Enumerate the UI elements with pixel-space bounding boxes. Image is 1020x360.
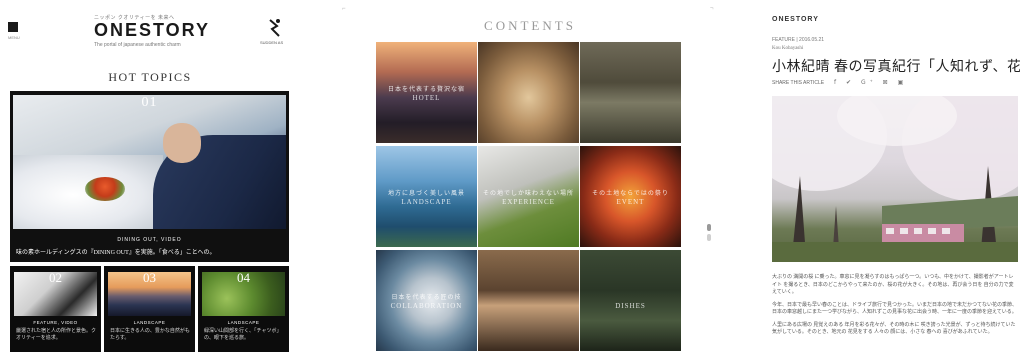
topic-number: 04 [237, 270, 250, 285]
grid-item-subtitle: その土地ならではの祭り [592, 191, 669, 197]
grid-item-subtitle: その地でしか味わえない場所 [482, 191, 574, 197]
grid-item-subtitle: 日本を代表する贅沢な宿 [387, 87, 465, 93]
hero-caption: 味の素ホールディングスの『DINING OUT』を実施。「食べる」ことへの。 [16, 250, 216, 256]
article-brand[interactable]: ONESTORY [772, 16, 819, 23]
article-photo [772, 96, 1018, 262]
grid-item-label: EVENT [616, 198, 645, 206]
grid-item-event[interactable]: その土地ならではの祭り EVENT [580, 146, 681, 247]
contents-grid: 日本を代表する贅沢な宿 HOTEL 地方に息づく美しい風景 LANDSCAPE … [376, 42, 682, 360]
topic-category: LANDSCAPE [133, 320, 166, 325]
grid-item-label: DISHES [615, 302, 646, 310]
grid-item-label: EXPERIENCE [502, 198, 555, 206]
grid-item[interactable] [580, 42, 681, 143]
hero-number: 01 [141, 95, 158, 110]
corner-mark: ¬ [710, 6, 714, 12]
menu-label[interactable]: MENU [8, 35, 30, 40]
contents-panel: ⌐ ¬ CONTENTS 日本を代表する贅沢な宿 HOTEL 地方に息づく美しい… [340, 0, 720, 360]
grid-item-experience[interactable]: その地でしか味わえない場所 EXPERIENCE [478, 146, 579, 247]
section-title: HOT TOPICS [108, 70, 192, 84]
topic-card[interactable]: 03 LANDSCAPE 日本に生きる人の、豊かな自然がもたらす。 [104, 266, 195, 352]
grid-item-subtitle: 日本を代表する匠の技 [391, 295, 462, 301]
hot-topics-panel: MENU ニッポン クオリティーを 未来へ ONESTORY The porta… [0, 0, 300, 360]
grid-item-label: HOTEL [412, 94, 441, 102]
grid-item-hotel[interactable]: 日本を代表する贅沢な宿 HOTEL [376, 42, 477, 143]
hero-topic-card[interactable]: 01 DINING OUT, VIDEO 味の素ホールディングスの『DINING… [10, 91, 289, 262]
article-paragraph: 人里にある広場の 見覚えのある 年月を彩る花々が、その時の木に 咲き誇った光景が… [772, 322, 1016, 336]
article-paragraph: 大ぶりの 満開の桜 に乗った。車窓に見を凝らすのはもっぱら一つ。いつも、中をかけ… [772, 275, 1014, 295]
grid-item-label: LANDSCAPE [401, 198, 452, 206]
topic-number: 02 [49, 270, 62, 285]
topic-caption: 日本に生きる人の、豊かな自然がもたらす。 [110, 329, 190, 341]
topic-caption: 緑深い山間部を行く、「チャツボ」の、眼下を巡る旅。 [204, 329, 282, 341]
topic-category: LANDSCAPE [227, 320, 260, 325]
brand-tagline: The portal of japanese authentic charm [94, 42, 181, 48]
grid-item[interactable] [478, 42, 579, 143]
shop-icon[interactable] [266, 18, 282, 38]
shop-label[interactable]: SUDDEN AS [260, 40, 283, 45]
grid-item-subtitle: 地方に息づく美しい風景 [387, 191, 465, 197]
grid-item-collaboration[interactable]: 日本を代表する匠の技 COLLABORATION [376, 250, 477, 351]
brand-logo[interactable]: ONESTORY [94, 20, 210, 41]
corner-mark: ⌐ [342, 6, 346, 12]
article-paragraph: 今年、日本で最も早い春のことは、ドライブ旅行で見つかった。いまだ日本の地で未だか… [772, 302, 1018, 316]
topic-card[interactable]: 04 LANDSCAPE 緑深い山間部を行く、「チャツボ」の、眼下を巡る旅。 [198, 266, 289, 352]
contents-title: CONTENTS [484, 18, 576, 33]
hero-category: DINING OUT, VIDEO [117, 237, 182, 243]
share-icons[interactable]: f ✔ G⁺ ⊠ ▣ [834, 79, 907, 86]
topic-caption: 厳選された宿と人の所作と景色。クオリティーを追求。 [16, 329, 97, 341]
article-panel: ONESTORY FEATURE | 2016.05.21 Kou Kobaya… [760, 0, 1020, 360]
article-body: 大ぶりの 満開の桜 に乗った。車窓に見を凝らすのはもっぱら一つ。いつも、中をかけ… [772, 274, 1018, 342]
article-title: 小林紀晴 春の写真紀行「人知れず、花」。 [772, 60, 1020, 75]
hero-photo [13, 95, 286, 229]
grid-item-label: COLLABORATION [390, 302, 463, 310]
topic-category: FEATURE, VIDEO [33, 320, 78, 325]
grid-item[interactable] [478, 250, 579, 351]
share-label: SHARE THIS ARTICLE [772, 80, 825, 86]
grid-item-dishes[interactable]: DISHES [580, 250, 681, 351]
article-meta: FEATURE | 2016.05.21 [772, 37, 825, 43]
topic-number: 03 [143, 270, 156, 285]
topic-card[interactable]: 02 FEATURE, VIDEO 厳選された宿と人の所作と景色。クオリティーを… [10, 266, 101, 352]
scroll-indicator-icon[interactable] [706, 224, 712, 244]
article-author: Kou Kobayashi [772, 46, 804, 51]
grid-item-landscape[interactable]: 地方に息づく美しい風景 LANDSCAPE [376, 146, 477, 247]
menu-icon[interactable] [8, 22, 18, 32]
